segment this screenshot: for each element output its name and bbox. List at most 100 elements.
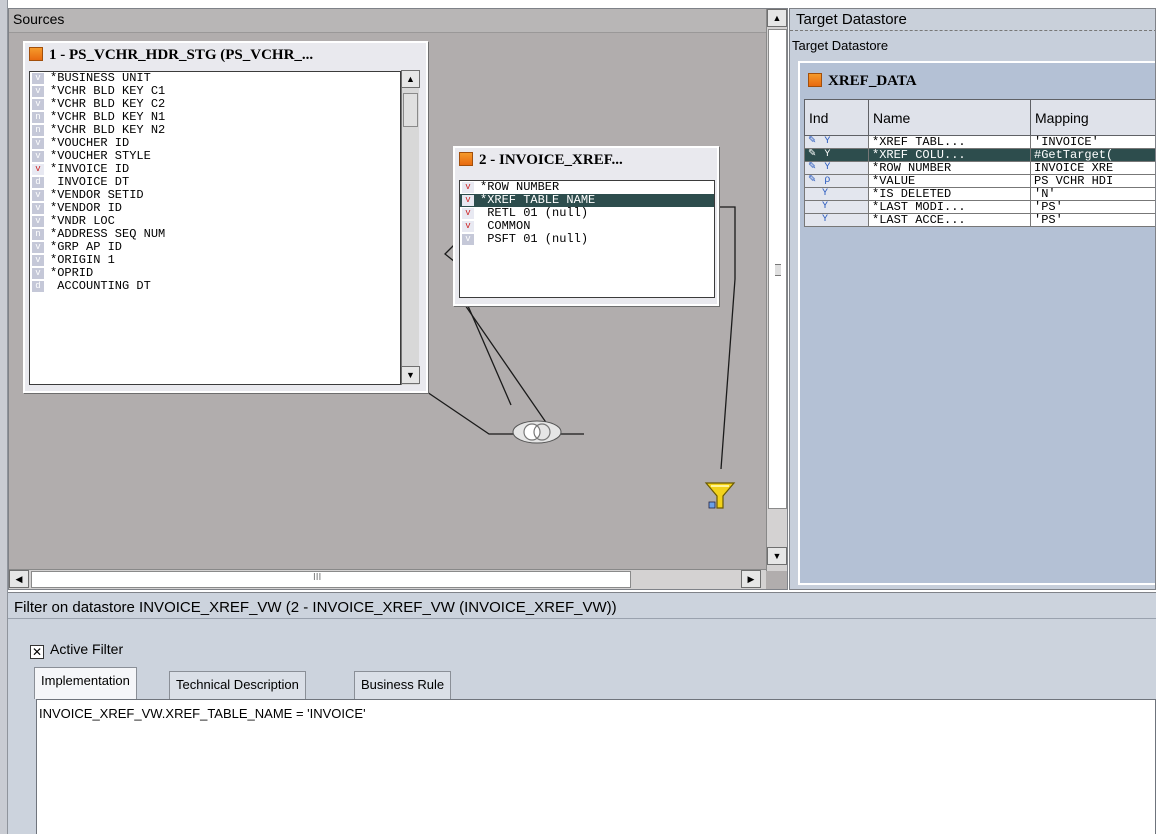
attribute-label: *VENDOR SETID	[50, 188, 144, 202]
table-icon	[29, 47, 43, 61]
sources-vertical-scrollbar[interactable]: ▲ ▼	[766, 9, 787, 571]
cell-mapping[interactable]: PS VCHR HDI	[1030, 174, 1155, 188]
table-icon	[459, 152, 473, 166]
cell-ind[interactable]: ✎ Y	[804, 148, 869, 162]
attribute-type-icon: v	[32, 203, 44, 214]
sources-panel: Sources 1 - PS_VCHR_HDR_STG (PS_VCHR_...	[8, 8, 788, 590]
cell-name[interactable]: *XREF TABL...	[868, 135, 1031, 149]
attribute-type-icon: v	[462, 195, 474, 206]
sources-hscroll-thumb[interactable]	[31, 571, 631, 588]
cell-name[interactable]: *XREF COLU...	[868, 148, 1031, 162]
cell-name[interactable]: *IS DELETED	[868, 187, 1031, 201]
join-connector-right	[464, 304, 584, 435]
cell-ind[interactable]: Y	[804, 213, 869, 227]
cell-ind[interactable]: Y	[804, 200, 869, 214]
column-header-ind[interactable]: Ind	[804, 99, 869, 136]
attribute-type-icon: v	[32, 86, 44, 97]
table-row[interactable]: ✎ Y *XREF TABL... 'INVOICE'	[804, 135, 1155, 149]
datastore-1-box[interactable]: 1 - PS_VCHR_HDR_STG (PS_VCHR_... v *BUSIN…	[23, 41, 428, 393]
tab-technical-description[interactable]: Technical Description	[169, 671, 306, 699]
attribute-label: *VENDOR ID	[50, 201, 123, 215]
attribute-label: RETL 01 (null)	[480, 206, 589, 220]
scroll-grip-icon: III	[313, 572, 322, 583]
attribute-type-icon: v	[462, 208, 474, 219]
attribute-label: *ORIGIN 1	[50, 253, 115, 267]
attribute-label: *VOUCHER STYLE	[50, 149, 151, 163]
cell-name[interactable]: *LAST MODI...	[868, 200, 1031, 214]
list-item[interactable]: v PSFT 01 (null)	[460, 233, 714, 246]
target-datastore-panel: Target Datastore Target Datastore XREF_D…	[789, 8, 1156, 590]
attribute-type-icon: v	[32, 138, 44, 149]
attribute-type-icon: v	[462, 234, 474, 245]
datastore-1-attribute-list[interactable]: v *BUSINESS UNIT v *VCHR BLD KEY C1 v *VCHR B…	[29, 71, 401, 385]
tab-implementation[interactable]: Implementation	[34, 667, 137, 699]
join-icon[interactable]	[511, 419, 563, 445]
attribute-type-icon: n	[32, 229, 44, 240]
cell-ind[interactable]: ✎ Y	[804, 161, 869, 175]
attribute-label: *VCHR BLD KEY C1	[50, 84, 166, 98]
datastore-2-title[interactable]: 2 - INVOICE_XREF...	[459, 152, 623, 169]
scroll-down-button[interactable]: ▼	[401, 366, 420, 384]
datastore-1-scroll-thumb[interactable]	[403, 93, 418, 127]
column-header-mapping[interactable]: Mapping	[1030, 99, 1155, 136]
active-filter-label: Active Filter	[50, 641, 124, 657]
table-row[interactable]: Y *IS DELETED 'N'	[804, 187, 1155, 201]
target-datastore-box[interactable]: XREF_DATA Ind Name Mapping ✎ Y *XREF TABL…	[798, 61, 1155, 585]
attribute-type-icon: v	[32, 242, 44, 253]
filter-funnel-icon[interactable]	[703, 478, 737, 512]
left-frame-strip	[0, 0, 8, 834]
table-row[interactable]: ✎ Y *XREF COLU... #GetTarget(	[804, 148, 1155, 162]
cell-mapping[interactable]: 'PS'	[1030, 200, 1155, 214]
attribute-type-icon: v	[32, 151, 44, 162]
cell-ind[interactable]: ✎ Y	[804, 135, 869, 149]
cell-mapping[interactable]: 'PS'	[1030, 213, 1155, 227]
scroll-down-button[interactable]: ▼	[767, 547, 787, 565]
table-row[interactable]: Y *LAST ACCE... 'PS'	[804, 213, 1155, 227]
table-row[interactable]: ✎ ρ *VALUE PS VCHR HDI	[804, 174, 1155, 188]
cell-ind[interactable]: Y	[804, 187, 869, 201]
cell-mapping[interactable]: #GetTarget(	[1030, 148, 1155, 162]
scroll-up-button[interactable]: ▲	[767, 9, 787, 27]
attribute-type-icon: v	[32, 73, 44, 84]
column-header-name[interactable]: Name	[868, 99, 1031, 136]
attribute-label: *VCHR BLD KEY N2	[50, 123, 166, 137]
datastore-2-attribute-list[interactable]: v *ROW NUMBER v *XREF TABLE NAME v RETL 01 (…	[459, 180, 715, 298]
attribute-label: PSFT 01 (null)	[480, 232, 589, 246]
active-filter-checkbox[interactable]: ✕ Active Filter	[30, 641, 123, 659]
filter-expression-editor[interactable]: INVOICE_XREF_VW.XREF_TABLE_NAME = 'INVOI…	[36, 699, 1156, 834]
attribute-type-icon: v	[32, 255, 44, 266]
attribute-label: *VOUCHER ID	[50, 136, 130, 150]
scroll-up-button[interactable]: ▲	[401, 70, 420, 88]
filter-panel-header: Filter on datastore INVOICE_XREF_VW (2 -…	[8, 593, 1156, 619]
attribute-type-icon: d	[32, 177, 44, 188]
list-item[interactable]: d ACCOUNTING DT	[30, 280, 400, 293]
checkbox-checked-icon[interactable]: ✕	[30, 645, 44, 659]
table-row[interactable]: Y *LAST MODI... 'PS'	[804, 200, 1155, 214]
attribute-label: COMMON	[480, 219, 531, 233]
attribute-type-icon: v	[32, 164, 44, 175]
cell-mapping[interactable]: 'N'	[1030, 187, 1155, 201]
datastore-1-scrollbar[interactable]: ▲ ▼	[401, 70, 420, 385]
table-row[interactable]: ✎ Y *ROW NUMBER INVOICE XRE	[804, 161, 1155, 175]
cell-mapping[interactable]: INVOICE XRE	[1030, 161, 1155, 175]
attribute-label: *VCHR BLD KEY C2	[50, 97, 166, 111]
filter-panel: Filter on datastore INVOICE_XREF_VW (2 -…	[8, 592, 1156, 834]
scroll-left-button[interactable]: ◀	[9, 570, 29, 588]
attribute-type-icon: v	[32, 268, 44, 279]
attribute-type-icon: v	[32, 216, 44, 227]
cell-ind[interactable]: ✎ ρ	[804, 174, 869, 188]
tab-business-rule[interactable]: Business Rule	[354, 671, 452, 699]
cell-name[interactable]: *VALUE	[868, 174, 1031, 188]
attribute-label: *ADDRESS SEQ NUM	[50, 227, 166, 241]
attribute-type-icon: v	[32, 99, 44, 110]
sources-horizontal-scrollbar[interactable]: ◀ III ▶	[9, 569, 766, 589]
cell-name[interactable]: *ROW NUMBER	[868, 161, 1031, 175]
target-mapping-grid[interactable]: Ind Name Mapping ✎ Y *XREF TABL... 'INVOIC…	[804, 99, 1155, 227]
scroll-right-button[interactable]: ▶	[741, 570, 761, 588]
attribute-type-icon: v	[32, 190, 44, 201]
attribute-type-icon: n	[32, 125, 44, 136]
datastore-2-box[interactable]: 2 - INVOICE_XREF... v *ROW NUMBER v *XREF T…	[453, 146, 719, 306]
cell-name[interactable]: *LAST ACCE...	[868, 213, 1031, 227]
cell-mapping[interactable]: 'INVOICE'	[1030, 135, 1155, 149]
datastore-1-title[interactable]: 1 - PS_VCHR_HDR_STG (PS_VCHR_...	[29, 47, 313, 64]
